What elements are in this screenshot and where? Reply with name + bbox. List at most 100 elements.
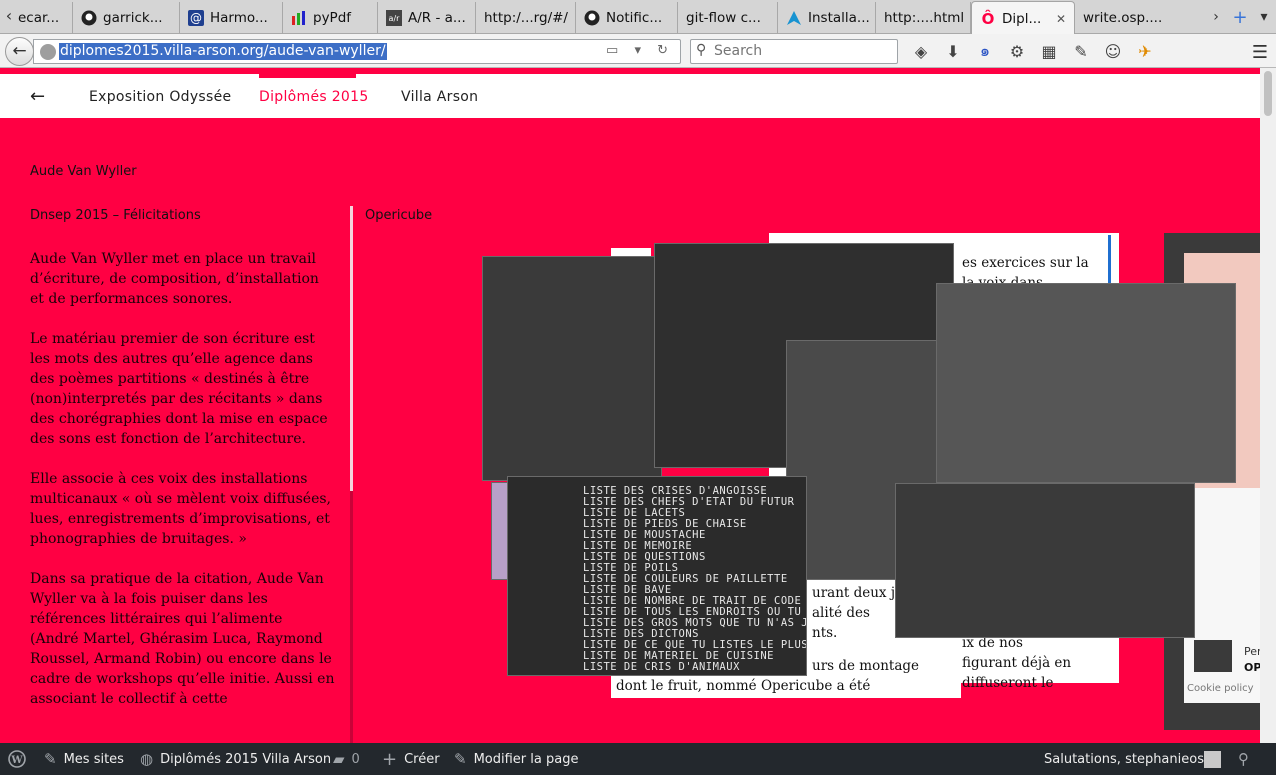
card-text: urant deux j — [812, 585, 896, 601]
tab-1[interactable]: garrick... — [73, 2, 180, 34]
site-name-menu[interactable]: ◍ Diplômés 2015 Villa Arson — [140, 743, 331, 775]
tab-4[interactable]: a/r A/R - a... — [378, 2, 476, 34]
tab-bar-controls: › + ▾ — [1204, 0, 1276, 34]
avatar[interactable] — [1204, 751, 1221, 768]
comments-button[interactable]: ▰ 0 — [333, 743, 360, 775]
tab-10-active[interactable]: Ô Dipl... ✕ — [971, 1, 1075, 35]
photo-stage — [895, 483, 1195, 638]
photo-rehearsal-mic — [482, 256, 662, 481]
cookie-policy-link[interactable]: Cookie policy — [1187, 683, 1254, 694]
artist-bio: Aude Van Wyller met en place un travail … — [30, 249, 335, 729]
url-text[interactable]: diplomes2015.villa-arson.org/aude-van-wy… — [59, 43, 387, 60]
tab-3[interactable]: pyPdf — [283, 2, 378, 34]
tab-6[interactable]: Notific... — [576, 2, 678, 34]
pocket-icon[interactable]: ◈ — [905, 42, 937, 61]
arch-linux-icon — [786, 10, 802, 26]
new-content-menu[interactable]: + Créer — [382, 743, 440, 775]
bio-paragraph: Le matériau premier de son écriture est … — [30, 331, 328, 447]
search-bar[interactable]: ⚲ — [690, 39, 898, 64]
bio-paragraph: Elle associe à ces voix des installation… — [30, 471, 331, 547]
page-scrollbar-thumb[interactable] — [1264, 71, 1272, 116]
tab-9[interactable]: http:....html — [876, 2, 971, 34]
wordpress-logo-button[interactable]: W — [8, 743, 26, 775]
tab-label: http:/...rg/#/ — [484, 10, 568, 26]
chevron-down-icon[interactable]: ▾ — [1252, 9, 1276, 25]
side-fragment-1: Per — [1244, 645, 1262, 658]
bar-chart-icon — [291, 10, 307, 26]
content-area: Aude Van Wyller Dnsep 2015 – Félicitatio… — [0, 118, 1262, 743]
wordpress-icon: W — [8, 750, 26, 768]
chat-icon[interactable]: ☺ — [1097, 42, 1129, 61]
tab-label: A/R - a... — [408, 10, 466, 26]
back-button[interactable]: ← — [5, 37, 34, 66]
site-name-label: Diplômés 2015 Villa Arson — [160, 751, 332, 767]
tab-label: http:....html — [884, 10, 965, 26]
comment-count: 0 — [351, 751, 360, 767]
search-icon: ⚲ — [696, 42, 707, 58]
browser-nav-bar: diplomes2015.villa-arson.org/aude-van-wy… — [0, 34, 1276, 68]
card-text: alité des — [812, 605, 870, 621]
page-scrollbar[interactable] — [1260, 68, 1276, 743]
tab-8[interactable]: Installa... — [778, 2, 876, 34]
nav-link-villa-arson[interactable]: Villa Arson — [401, 89, 478, 105]
web-page: ← Exposition Odyssée Diplômés 2015 Villa… — [0, 68, 1276, 743]
plus-icon: + — [382, 748, 398, 770]
tab-2[interactable]: @ Harmo... — [180, 2, 283, 34]
site-navigation: ← Exposition Odyssée Diplômés 2015 Villa… — [0, 74, 1260, 118]
card-text: dont le fruit, nommé Opericube a été — [616, 678, 871, 694]
tab-label: Dipl... — [1002, 10, 1042, 27]
tab-label: Harmo... — [210, 10, 268, 26]
card-text: figurant déjà en — [962, 655, 1072, 671]
artist-name: Aude Van Wyller — [30, 164, 137, 179]
card-text: nts. — [812, 625, 838, 641]
tab-scroll-left-button[interactable]: ‹ — [0, 0, 18, 34]
close-tab-icon[interactable]: ✕ — [1056, 12, 1066, 26]
toolbar-icons: ◈ ⬇ ๑ ⚙ ▦ ✎ ☺ ✈ — [905, 34, 1161, 68]
edit-page-button[interactable]: ✎ Modifier la page — [454, 743, 578, 775]
pencil-icon: ✎ — [454, 750, 467, 768]
account-menu[interactable]: Salutations, stephanieosp — [1044, 743, 1212, 775]
admin-search-button[interactable]: ⚲ — [1238, 743, 1256, 775]
tab-11[interactable]: write.osp.... — [1075, 2, 1185, 34]
nav-back-arrow[interactable]: ← — [30, 86, 45, 107]
search-input[interactable] — [714, 43, 894, 59]
url-bar-controls[interactable]: ▭ ▾ ↻ — [606, 43, 674, 58]
wrench-icon: ✎ — [44, 750, 57, 768]
download-icon[interactable]: ⬇ — [937, 42, 969, 61]
new-tab-button[interactable]: + — [1228, 7, 1252, 28]
ar-site-icon: a/r — [386, 10, 402, 26]
gear-icon[interactable]: ⚙ — [1001, 42, 1033, 61]
edit-page-label: Modifier la page — [473, 751, 579, 767]
tab-scroll-right-button[interactable]: › — [1204, 9, 1228, 25]
tab-label: write.osp.... — [1083, 10, 1163, 26]
comment-icon: ▰ — [333, 750, 345, 768]
villa-arson-icon: Ô — [981, 9, 995, 28]
active-nav-indicator — [259, 74, 356, 78]
card-text: urs de montage — [812, 658, 920, 674]
nav-link-exposition-odyssee[interactable]: Exposition Odyssée — [89, 89, 231, 105]
grid-icon[interactable]: ▦ — [1033, 42, 1065, 61]
list-line: LISTE DE CRIS D'ANIMAUX — [583, 661, 740, 673]
card-text: diffuseront le — [962, 675, 1054, 691]
dashboard-icon: ◍ — [140, 750, 154, 768]
screenshot-icon[interactable]: ✎ — [1065, 42, 1097, 61]
bio-paragraph: Aude Van Wyller met en place un travail … — [30, 251, 319, 307]
tab-5[interactable]: http:/...rg/#/ — [476, 2, 576, 34]
my-sites-menu[interactable]: ✎ Mes sites — [44, 743, 124, 775]
tab-0[interactable]: ecar... — [18, 2, 73, 34]
project-title: Opericube — [365, 208, 433, 223]
tab-label: pyPdf — [313, 10, 352, 26]
photo-projection-lists: LISTE DES CRISES D'ANGOISSE LISTE DES CH… — [507, 476, 807, 676]
extension-swirl-icon[interactable]: ๑ — [969, 39, 1001, 64]
column-scrollbar-thumb[interactable] — [350, 206, 353, 491]
tab-label: git-flow c... — [686, 10, 761, 26]
menu-icon[interactable]: ☰ — [1252, 42, 1268, 63]
nav-link-diplomes-2015[interactable]: Diplômés 2015 — [259, 89, 369, 105]
tab-7[interactable]: git-flow c... — [678, 2, 778, 34]
tab-label: ecar... — [18, 10, 60, 26]
github-icon — [584, 10, 600, 26]
new-content-label: Créer — [404, 751, 440, 767]
extension-flag-icon[interactable]: ✈ — [1129, 42, 1161, 61]
url-bar[interactable]: diplomes2015.villa-arson.org/aude-van-wy… — [33, 39, 681, 64]
github-icon — [81, 10, 97, 26]
